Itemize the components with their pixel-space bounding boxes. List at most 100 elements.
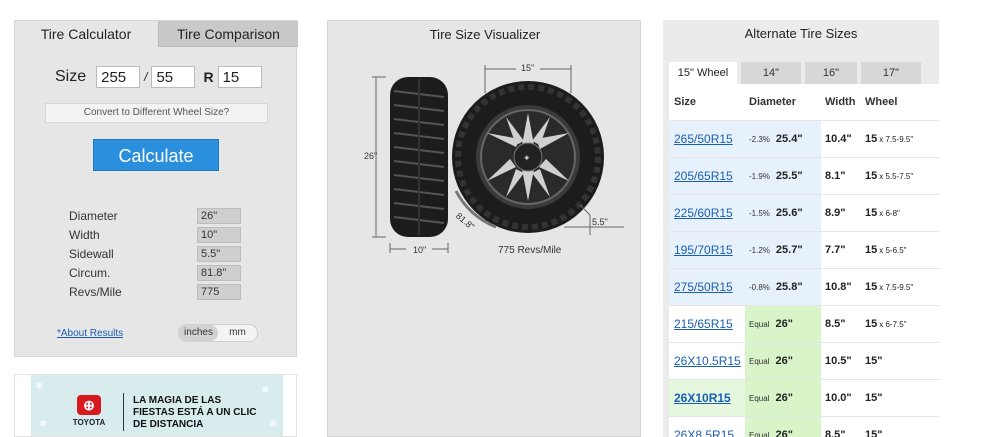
width-cell: 8.5" bbox=[825, 318, 846, 330]
tire-size-link[interactable]: 26X8.5R15 bbox=[669, 417, 745, 437]
tire-size-link[interactable]: 205/65R15 bbox=[669, 158, 745, 194]
wheel-width-range: x 6-8" bbox=[879, 209, 900, 218]
table-row: 275/50R15 -0.8% 25.8" 10.8" 15 x 7.5-9.5" bbox=[669, 268, 939, 305]
diameter-cell: Equal 26" bbox=[745, 417, 821, 437]
aspect-ratio-input[interactable] bbox=[151, 66, 196, 88]
wheel-center-cap-icon: ✦ bbox=[523, 153, 531, 163]
tab-16-wheel[interactable]: 16" bbox=[805, 62, 857, 84]
wheel-diameter: 15" bbox=[865, 355, 883, 367]
result-value: 10" bbox=[197, 227, 241, 243]
diameter-value: 25.7" bbox=[775, 244, 803, 256]
result-label: Circum. bbox=[69, 266, 111, 280]
ad-line-1: LA MAGIA DE LAS bbox=[133, 395, 222, 406]
calculator-tabs: Tire Calculator Tire Comparison bbox=[15, 21, 298, 47]
tab-tire-comparison[interactable]: Tire Comparison bbox=[158, 21, 298, 47]
diameter-value: 25.6" bbox=[775, 207, 803, 219]
wheel-front-view: ✦ bbox=[452, 81, 604, 233]
ad-line-2: FIESTAS ESTÁ A UN CLIC bbox=[133, 407, 257, 418]
rim-separator: R bbox=[203, 69, 214, 85]
ad-line-3: DE DISTANCIA bbox=[133, 419, 204, 430]
header-wheel[interactable]: Wheel bbox=[861, 96, 939, 108]
result-sidewall: Sidewall 5.5" bbox=[69, 245, 241, 263]
diameter-cell: -1.5% 25.6" bbox=[745, 195, 821, 231]
wheel-cell: 15" bbox=[861, 392, 939, 404]
diameter-label: 26" bbox=[364, 151, 377, 161]
result-width: Width 10" bbox=[69, 226, 241, 244]
diameter-cell: Equal 26" bbox=[745, 343, 821, 379]
ad-divider bbox=[123, 393, 124, 431]
tire-size-link[interactable]: 265/50R15 bbox=[669, 121, 745, 157]
tire-size-link[interactable]: 275/50R15 bbox=[669, 269, 745, 305]
width-cell: 10.4" bbox=[825, 133, 852, 145]
calculate-button[interactable]: Calculate bbox=[93, 139, 219, 171]
table-row: 26X10R15 Equal 26" 10.0" 15" bbox=[669, 379, 939, 416]
unit-mm-option[interactable]: mm bbox=[218, 325, 257, 341]
alternate-table-body: 265/50R15 -2.3% 25.4" 10.4" 15 x 7.5-9.5" 205/… bbox=[669, 120, 939, 437]
snowflake-icon: ❄ bbox=[261, 385, 270, 396]
wheel-diameter: 15" bbox=[865, 429, 883, 437]
toyota-ad-banner[interactable]: ❄ ❄ ❄ ❄ ⊕ TOYOTA LA MAGIA DE LAS FIESTAS… bbox=[14, 374, 297, 437]
snowflake-icon: ❄ bbox=[39, 419, 48, 430]
tire-size-link[interactable]: 225/60R15 bbox=[669, 195, 745, 231]
width-cell: 8.1" bbox=[825, 170, 846, 182]
tire-size-link[interactable]: 26X10R15 bbox=[669, 380, 745, 416]
tire-size-link[interactable]: 215/65R15 bbox=[669, 306, 745, 342]
tire-width-input[interactable] bbox=[96, 66, 141, 88]
tab-17-wheel[interactable]: 17" bbox=[861, 62, 921, 84]
header-size[interactable]: Size bbox=[669, 96, 745, 108]
toyota-emblem-icon: ⊕ bbox=[77, 395, 101, 415]
diameter-cell: -2.3% 25.4" bbox=[745, 121, 821, 157]
table-row: 225/60R15 -1.5% 25.6" 8.9" 15 x 6-8" bbox=[669, 194, 939, 231]
snowflake-icon: ❄ bbox=[35, 381, 44, 392]
unit-inches-option[interactable]: inches bbox=[179, 325, 218, 341]
rim-diameter-input[interactable] bbox=[217, 66, 262, 88]
result-label: Diameter bbox=[69, 209, 118, 223]
table-row: 265/50R15 -2.3% 25.4" 10.4" 15 x 7.5-9.5" bbox=[669, 120, 939, 157]
results-list: Diameter 26" Width 10" Sidewall 5.5" Cir… bbox=[69, 207, 241, 302]
diameter-diff-percent: -0.8% bbox=[749, 282, 770, 292]
tire-size-link[interactable]: 26X10.5R15 bbox=[669, 343, 745, 379]
sidewall-label: 5.5" bbox=[592, 217, 608, 227]
width-cell: 10.5" bbox=[825, 355, 852, 367]
tab-15-wheel[interactable]: 15" Wheel bbox=[669, 62, 737, 84]
wheel-cell: 15 x 6-7.5" bbox=[861, 318, 939, 330]
diameter-diff-percent: Equal bbox=[749, 319, 770, 329]
tire-size-link[interactable]: 195/70R15 bbox=[669, 232, 745, 268]
result-value: 5.5" bbox=[197, 246, 241, 262]
wheel-width-range: x 7.5-9.5" bbox=[879, 135, 914, 144]
diameter-value: 26" bbox=[775, 318, 793, 330]
wheel-diameter: 15 bbox=[865, 207, 878, 219]
snowflake-icon: ❄ bbox=[269, 419, 278, 430]
diameter-cell: -0.8% 25.8" bbox=[745, 269, 821, 305]
wheel-cell: 15 x 7.5-9.5" bbox=[861, 281, 939, 293]
result-value: 26" bbox=[197, 208, 241, 224]
diameter-value: 25.5" bbox=[775, 170, 803, 182]
wheel-cell: 15" bbox=[861, 429, 939, 437]
diameter-value: 25.8" bbox=[775, 281, 803, 293]
wheel-width-range: x 7.5-9.5" bbox=[879, 283, 914, 292]
unit-toggle[interactable]: inches mm bbox=[178, 324, 258, 342]
tire-diagram: 26" 10" ✦ 15" 81.8" 5.5" 775 Revs/Mile bbox=[364, 63, 624, 256]
table-row: 205/65R15 -1.9% 25.5" 8.1" 15 x 5.5-7.5" bbox=[669, 157, 939, 194]
wheel-diameter: 15 bbox=[865, 133, 878, 145]
header-diameter[interactable]: Diameter bbox=[745, 96, 821, 108]
width-cell: 8.9" bbox=[825, 207, 846, 219]
wheel-diameter: 15" bbox=[865, 392, 883, 404]
wheel-width-range: x 6-7.5" bbox=[879, 320, 907, 329]
about-results-link[interactable]: *About Results bbox=[57, 328, 123, 339]
header-width[interactable]: Width bbox=[821, 96, 861, 108]
alternate-table-header: Size Diameter Width Wheel bbox=[669, 84, 939, 120]
result-label: Width bbox=[69, 228, 100, 242]
tab-tire-calculator[interactable]: Tire Calculator bbox=[15, 21, 157, 47]
wheel-cell: 15" bbox=[861, 355, 939, 367]
width-aspect-separator: / bbox=[144, 70, 148, 84]
width-cell: 10.8" bbox=[825, 281, 852, 293]
convert-wheel-size-button[interactable]: Convert to Different Wheel Size? bbox=[45, 103, 268, 123]
wheel-diameter: 15 bbox=[865, 244, 878, 256]
tab-14-wheel[interactable]: 14" bbox=[741, 62, 801, 84]
size-label: Size bbox=[55, 68, 87, 85]
width-cell: 8.5" bbox=[825, 429, 846, 437]
diameter-cell: -1.9% 25.5" bbox=[745, 158, 821, 194]
result-label: Revs/Mile bbox=[69, 285, 122, 299]
wheel-diameter: 15 bbox=[865, 170, 878, 182]
